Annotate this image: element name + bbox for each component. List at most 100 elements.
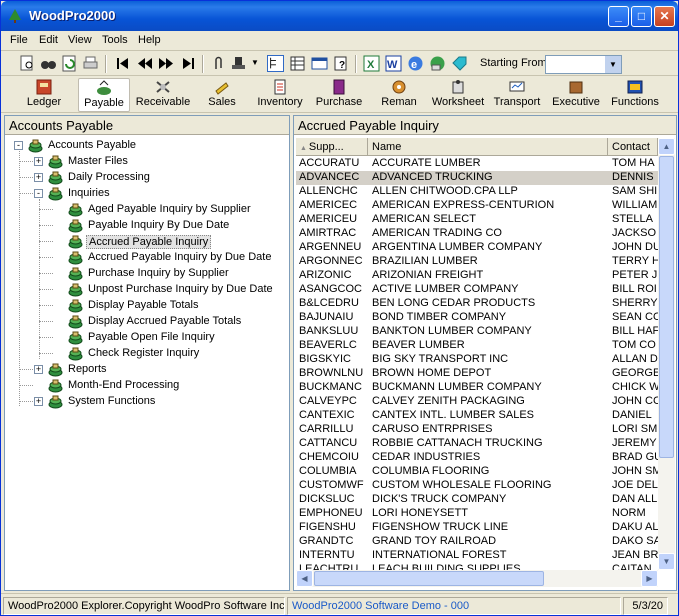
- tree-node[interactable]: Check Register Inquiry: [5, 346, 289, 362]
- tree-node[interactable]: + Reports: [5, 362, 289, 378]
- expand-icon[interactable]: +: [34, 157, 43, 166]
- menu-view[interactable]: View: [68, 34, 92, 46]
- horizontal-scrollbar[interactable]: ◀ ▶: [296, 570, 658, 587]
- attach-icon[interactable]: [210, 55, 227, 72]
- tree-node[interactable]: Display Accrued Payable Totals: [5, 314, 289, 330]
- starting-from-select[interactable]: ▼: [545, 55, 622, 74]
- nav-receivable-button[interactable]: Receivable: [135, 78, 191, 112]
- column-header-contact[interactable]: Contact: [608, 138, 658, 156]
- window-view-icon[interactable]: [311, 55, 328, 72]
- tree-node[interactable]: + System Functions: [5, 394, 289, 410]
- table-row[interactable]: BAJUNAIU BOND TIMBER COMPANY SEAN CO: [296, 311, 658, 325]
- print-icon[interactable]: [82, 55, 99, 72]
- scroll-right-icon[interactable]: ▶: [641, 570, 658, 587]
- table-row[interactable]: CANTEXIC CANTEX INTL. LUMBER SALES DANIEL: [296, 409, 658, 423]
- internet-explorer-icon[interactable]: e: [407, 55, 424, 72]
- maximize-button[interactable]: □: [631, 6, 652, 27]
- next-record-icon[interactable]: [158, 55, 175, 72]
- find-icon[interactable]: [19, 55, 36, 72]
- scroll-left-icon[interactable]: ◀: [296, 570, 313, 587]
- tag-icon[interactable]: [451, 55, 468, 72]
- expand-icon[interactable]: +: [34, 173, 43, 182]
- table-row[interactable]: CALVEYPC CALVEY ZENITH PACKAGING JOHN CC: [296, 395, 658, 409]
- menu-edit[interactable]: Edit: [39, 34, 58, 46]
- table-row[interactable]: BIGSKYIC BIG SKY TRANSPORT INC ALLAN D: [296, 353, 658, 367]
- nav-functions-button[interactable]: Functions: [610, 78, 660, 112]
- word-icon[interactable]: W: [385, 55, 402, 72]
- table-row[interactable]: BROWNLNU BROWN HOME DEPOT GEORGE: [296, 367, 658, 381]
- collapse-icon[interactable]: -: [14, 141, 23, 150]
- refresh-icon[interactable]: [61, 55, 78, 72]
- horizontal-scroll-thumb[interactable]: [314, 571, 544, 586]
- tree-node[interactable]: - Inquiries: [5, 186, 289, 202]
- tree-node[interactable]: - Accounts Payable: [5, 138, 289, 154]
- tree-node[interactable]: Purchase Inquiry by Supplier: [5, 266, 289, 282]
- first-record-icon[interactable]: [114, 55, 131, 72]
- nav-worksheet-button[interactable]: Worksheet: [429, 78, 487, 112]
- excel-icon[interactable]: X: [363, 55, 380, 72]
- close-button[interactable]: ✕: [654, 6, 675, 27]
- table-row[interactable]: INTERNTU INTERNATIONAL FOREST JEAN BR: [296, 549, 658, 563]
- table-row[interactable]: CATTANCU ROBBIE CATTANACH TRUCKING JEREMY: [296, 437, 658, 451]
- table-row[interactable]: COLUMBIA COLUMBIA FLOORING JOHN SM: [296, 465, 658, 479]
- nav-payable-button[interactable]: Payable: [78, 78, 130, 112]
- tree-node[interactable]: Month-End Processing: [5, 378, 289, 394]
- nav-sales-button[interactable]: Sales: [203, 78, 241, 112]
- scroll-down-icon[interactable]: ▼: [658, 553, 675, 570]
- scroll-up-icon[interactable]: ▲: [658, 138, 675, 155]
- last-record-icon[interactable]: [180, 55, 197, 72]
- expand-icon[interactable]: +: [34, 397, 43, 406]
- table-row[interactable]: ARGENNEU ARGENTINA LUMBER COMPANY JOHN DU: [296, 241, 658, 255]
- vertical-scrollbar[interactable]: ▲ ▼: [658, 138, 675, 570]
- table-row[interactable]: BUCKMANC BUCKMANN LUMBER COMPANY CHICK W: [296, 381, 658, 395]
- nav-ledger-button[interactable]: Ledger: [20, 78, 68, 112]
- table-row[interactable]: B&LCEDRU BEN LONG CEDAR PRODUCTS SHERRY: [296, 297, 658, 311]
- menu-file[interactable]: File: [10, 34, 28, 46]
- table-row[interactable]: FIGENSHU FIGENSHOW TRUCK LINE DAKU AL: [296, 521, 658, 535]
- table-row[interactable]: AMIRTRAC AMERICAN TRADING CO JACKSO: [296, 227, 658, 241]
- tree-node[interactable]: Payable Open File Inquiry: [5, 330, 289, 346]
- collapse-icon[interactable]: -: [34, 189, 43, 198]
- column-header-name[interactable]: Name: [368, 138, 608, 156]
- tree-node[interactable]: + Daily Processing: [5, 170, 289, 186]
- title-bar[interactable]: WoodPro2000 _ □ ✕: [1, 1, 678, 31]
- chevron-down-icon[interactable]: ▼: [605, 56, 621, 73]
- previous-record-icon[interactable]: [136, 55, 153, 72]
- nav-inventory-button[interactable]: Inventory: [255, 78, 305, 112]
- nav-executive-button[interactable]: Executive: [551, 78, 601, 112]
- table-row[interactable]: AMERICEC AMERICAN EXPRESS-CENTURION WILLIA…: [296, 199, 658, 213]
- table-row[interactable]: CUSTOMWF CUSTOM WHOLESALE FLOORING JOE DEL: [296, 479, 658, 493]
- tree-node[interactable]: + Master Files: [5, 154, 289, 170]
- menu-tools[interactable]: Tools: [102, 34, 128, 46]
- table-row[interactable]: ACCURATU ACCURATE LUMBER TOM HA: [296, 157, 658, 171]
- vertical-scroll-thumb[interactable]: [659, 156, 674, 458]
- menu-help[interactable]: Help: [138, 34, 161, 46]
- nav-purchase-button[interactable]: Purchase: [315, 78, 363, 112]
- tree-view-icon[interactable]: [267, 55, 284, 72]
- table-row[interactable]: EMPHONEU LORI HONEYSETT NORM: [296, 507, 658, 521]
- table-row[interactable]: ALLENCHC ALLEN CHITWOOD.CPA LLP SAM SHI: [296, 185, 658, 199]
- nav-reman-button[interactable]: Reman: [379, 78, 419, 112]
- binoculars-icon[interactable]: [40, 55, 57, 72]
- tree-node[interactable]: Payable Inquiry By Due Date: [5, 218, 289, 234]
- list-view-icon[interactable]: [289, 55, 306, 72]
- network-icon[interactable]: [429, 55, 446, 72]
- stamp-icon[interactable]: [230, 55, 247, 72]
- table-row[interactable]: BEAVERLC BEAVER LUMBER TOM CO: [296, 339, 658, 353]
- expand-icon[interactable]: +: [34, 365, 43, 374]
- tree-node[interactable]: Unpost Purchase Inquiry by Due Date: [5, 282, 289, 298]
- table-row[interactable]: BANKSLUU BANKTON LUMBER COMPANY BILL HAF: [296, 325, 658, 339]
- table-row[interactable]: AMERICEU AMERICAN SELECT STELLA: [296, 213, 658, 227]
- tree-node[interactable]: Aged Payable Inquiry by Supplier: [5, 202, 289, 218]
- table-row[interactable]: CHEMCOIU CEDAR INDUSTRIES BRAD GU: [296, 451, 658, 465]
- table-row[interactable]: GRANDTC GRAND TOY RAILROAD DAKO SA: [296, 535, 658, 549]
- table-row[interactable]: ASANGCOC ACTIVE LUMBER COMPANY BILL ROI: [296, 283, 658, 297]
- tree-node[interactable]: Accrued Payable Inquiry: [5, 234, 289, 250]
- table-row[interactable]: ARIZONIC ARIZONIAN FREIGHT PETER J: [296, 269, 658, 283]
- nav-transport-button[interactable]: Transport: [492, 78, 542, 112]
- table-row[interactable]: CARRILLU CARUSO ENTRPRISES LORI SM: [296, 423, 658, 437]
- chevron-down-icon[interactable]: ▼: [251, 58, 259, 67]
- table-row[interactable]: LEACHTRU LEACH BUILDING SUPPLIES CAITAN: [296, 563, 658, 570]
- table-row[interactable]: ADVANCEC ADVANCED TRUCKING DENNIS: [296, 171, 658, 185]
- tree-node[interactable]: Accrued Payable Inquiry by Due Date: [5, 250, 289, 266]
